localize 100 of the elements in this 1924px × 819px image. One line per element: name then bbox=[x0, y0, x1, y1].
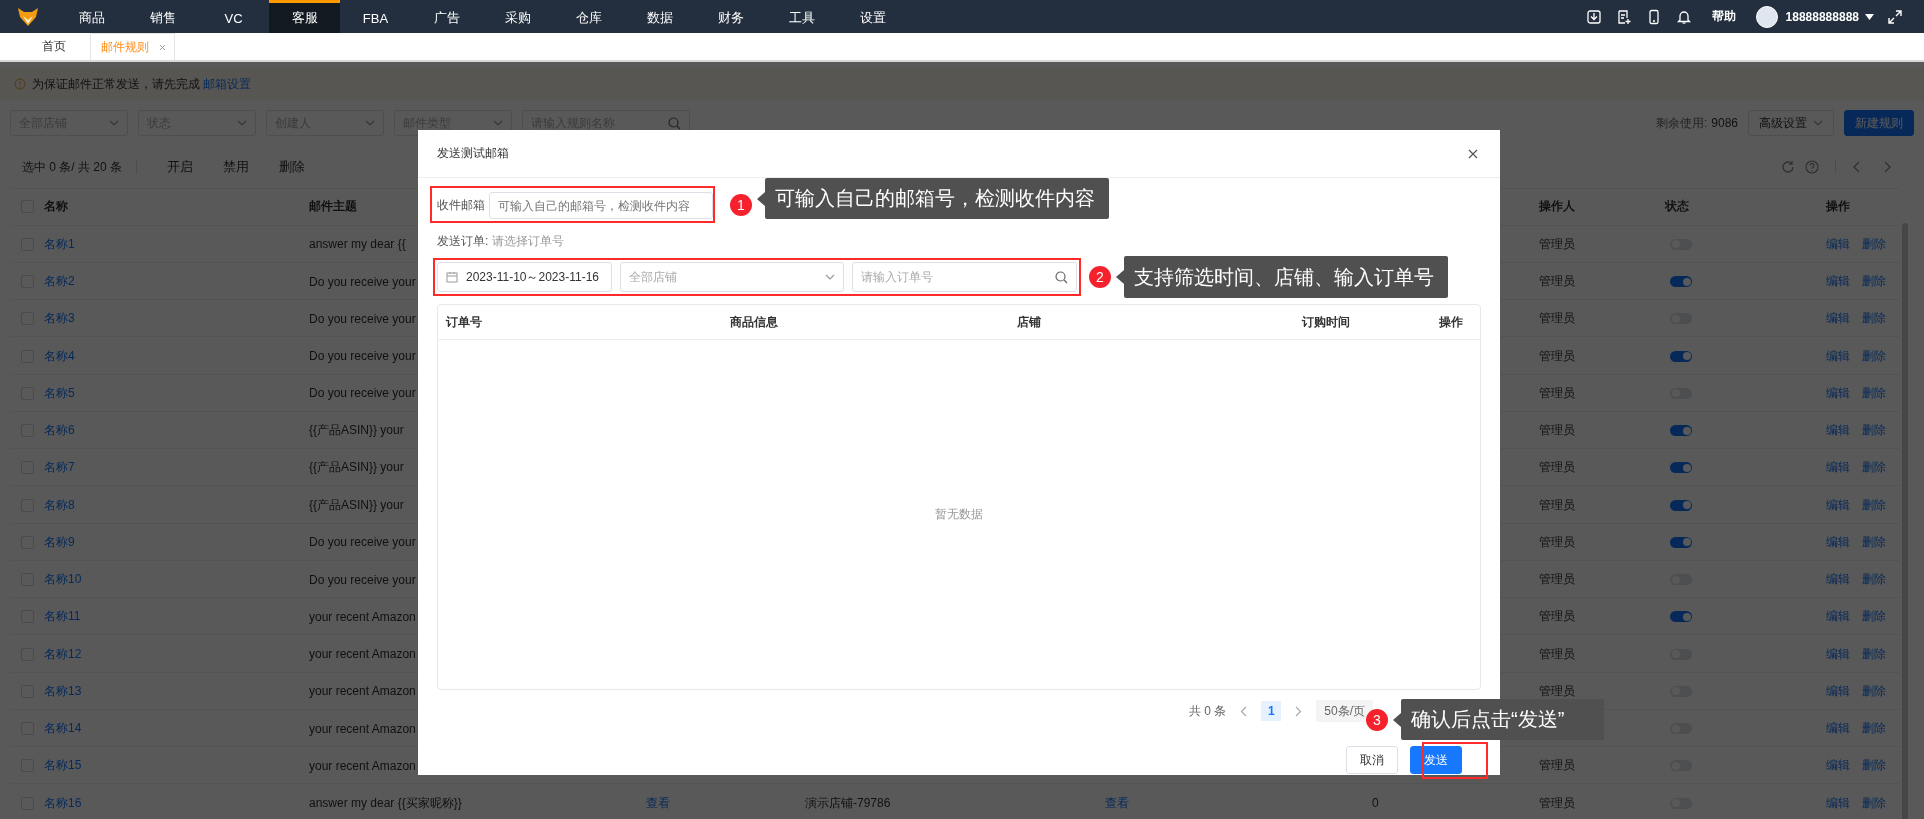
toolbar-action[interactable]: 开启 bbox=[167, 158, 194, 176]
nav-item[interactable]: 客服 bbox=[269, 0, 340, 33]
action-link[interactable]: 编辑 bbox=[1826, 310, 1850, 328]
refresh-icon[interactable] bbox=[1781, 160, 1795, 174]
help-link[interactable]: 帮助 bbox=[1711, 8, 1736, 25]
nav-item[interactable]: FBA bbox=[340, 0, 411, 33]
user-name[interactable]: 18888888888 bbox=[1785, 9, 1859, 24]
store-select[interactable]: 全部店铺 bbox=[620, 262, 844, 292]
action-link[interactable]: 删除 bbox=[1862, 720, 1886, 738]
nav-item[interactable]: 商品 bbox=[56, 0, 127, 33]
view-link[interactable]: 查看 bbox=[646, 794, 670, 812]
rule-name-link[interactable]: 名称10 bbox=[44, 571, 82, 589]
new-rule-button[interactable]: 新建规则 bbox=[1844, 110, 1914, 136]
status-toggle[interactable] bbox=[1670, 462, 1692, 474]
nav-item[interactable]: 销售 bbox=[127, 0, 198, 33]
action-link[interactable]: 编辑 bbox=[1826, 571, 1850, 589]
action-link[interactable]: 编辑 bbox=[1826, 496, 1850, 514]
nav-item[interactable]: 设置 bbox=[837, 0, 908, 33]
action-link[interactable]: 删除 bbox=[1862, 235, 1886, 253]
rule-name-link[interactable]: 名称11 bbox=[44, 608, 81, 626]
rule-name-link[interactable]: 名称4 bbox=[44, 347, 75, 365]
status-toggle[interactable] bbox=[1670, 276, 1692, 287]
status-toggle[interactable] bbox=[1670, 425, 1692, 437]
action-link[interactable]: 编辑 bbox=[1826, 422, 1850, 440]
action-link[interactable]: 删除 bbox=[1862, 571, 1886, 589]
status-toggle[interactable] bbox=[1670, 611, 1692, 623]
settings-link[interactable]: 邮箱设置 bbox=[203, 76, 252, 91]
rule-name-link[interactable]: 名称7 bbox=[44, 459, 75, 477]
action-link[interactable]: 删除 bbox=[1862, 384, 1886, 402]
action-link[interactable]: 编辑 bbox=[1826, 459, 1850, 477]
nav-item[interactable]: 采购 bbox=[482, 0, 553, 33]
page-tab[interactable]: 邮件规则 bbox=[90, 33, 175, 60]
action-link[interactable]: 编辑 bbox=[1826, 757, 1850, 775]
action-link[interactable]: 编辑 bbox=[1826, 720, 1850, 738]
toolbar-action[interactable]: 禁用 bbox=[223, 158, 250, 176]
action-link[interactable]: 删除 bbox=[1862, 496, 1886, 514]
nav-item[interactable]: 数据 bbox=[624, 0, 695, 33]
nav-item[interactable]: 工具 bbox=[766, 0, 837, 33]
action-link[interactable]: 编辑 bbox=[1826, 273, 1850, 290]
chevron-left-icon[interactable] bbox=[1240, 705, 1248, 717]
rule-name-link[interactable]: 名称15 bbox=[44, 757, 82, 775]
order-search-field[interactable]: 请输入订单号 bbox=[852, 262, 1077, 292]
chevron-right-icon[interactable] bbox=[1295, 705, 1303, 717]
rule-name-link[interactable]: 名称5 bbox=[44, 384, 75, 402]
document-plus-icon[interactable] bbox=[1615, 8, 1632, 25]
caret-icon[interactable] bbox=[1865, 13, 1874, 20]
fox-head-icon[interactable] bbox=[17, 6, 39, 27]
action-link[interactable]: 删除 bbox=[1862, 682, 1886, 700]
action-link[interactable]: 删除 bbox=[1862, 794, 1886, 812]
status-toggle[interactable] bbox=[1670, 536, 1692, 548]
rule-name-link[interactable]: 名称1 bbox=[44, 235, 75, 253]
download-icon[interactable] bbox=[1585, 8, 1602, 25]
avatar[interactable] bbox=[1755, 5, 1778, 28]
status-toggle[interactable] bbox=[1670, 350, 1692, 362]
action-link[interactable]: 编辑 bbox=[1826, 608, 1850, 626]
view-link[interactable]: 查看 bbox=[1105, 794, 1129, 812]
rule-name-link[interactable]: 名称6 bbox=[44, 422, 75, 440]
bell-icon[interactable] bbox=[1675, 8, 1692, 25]
nav-item[interactable]: 仓库 bbox=[553, 0, 624, 33]
rule-name-link[interactable]: 名称2 bbox=[44, 273, 75, 290]
rule-name-link[interactable]: 名称8 bbox=[44, 496, 75, 514]
page-size-select[interactable]: 50条/页 bbox=[1316, 700, 1374, 722]
action-link[interactable]: 删除 bbox=[1862, 533, 1886, 551]
action-link[interactable]: 编辑 bbox=[1826, 347, 1850, 365]
email-field[interactable]: 可输入自己的邮箱号，检测收件内容 bbox=[489, 192, 713, 219]
action-link[interactable]: 删除 bbox=[1862, 422, 1886, 440]
nav-item[interactable]: 广告 bbox=[411, 0, 482, 33]
date-range-field[interactable]: 2023-11-10～2023-11-16 bbox=[437, 262, 612, 292]
action-link[interactable]: 编辑 bbox=[1826, 645, 1850, 663]
page-button[interactable]: 1 bbox=[1261, 701, 1282, 721]
toolbar-action[interactable]: 删除 bbox=[279, 158, 306, 176]
nav-item[interactable]: 财务 bbox=[695, 0, 766, 33]
action-link[interactable]: 删除 bbox=[1862, 757, 1886, 775]
action-link[interactable]: 删除 bbox=[1862, 645, 1886, 663]
action-link[interactable]: 编辑 bbox=[1826, 235, 1850, 253]
rule-name-link[interactable]: 名称16 bbox=[44, 794, 82, 812]
page-tab[interactable]: 首页 bbox=[18, 33, 90, 60]
rule-name-link[interactable]: 名称14 bbox=[44, 720, 82, 738]
action-link[interactable]: 编辑 bbox=[1826, 533, 1850, 551]
action-link[interactable]: 编辑 bbox=[1826, 682, 1850, 700]
rule-name-link[interactable]: 名称9 bbox=[44, 533, 75, 551]
action-link[interactable]: 删除 bbox=[1862, 347, 1886, 365]
status-toggle[interactable] bbox=[1670, 499, 1692, 511]
action-link[interactable]: 删除 bbox=[1862, 273, 1886, 290]
chevron-right-icon[interactable] bbox=[1884, 161, 1892, 173]
rule-name-link[interactable]: 名称3 bbox=[44, 310, 75, 328]
action-link[interactable]: 删除 bbox=[1862, 608, 1886, 626]
cancel-button[interactable]: 取消 bbox=[1346, 746, 1398, 774]
action-link[interactable]: 编辑 bbox=[1826, 384, 1850, 402]
rule-name-link[interactable]: 名称13 bbox=[44, 682, 82, 700]
send-button[interactable]: 发送 bbox=[1410, 746, 1462, 774]
rule-name-link[interactable]: 名称12 bbox=[44, 645, 82, 663]
close-icon[interactable] bbox=[1468, 148, 1478, 159]
dropdown-button[interactable]: 高级设置 bbox=[1748, 110, 1834, 136]
action-link[interactable]: 删除 bbox=[1862, 310, 1886, 328]
nav-item[interactable]: VC bbox=[198, 0, 269, 33]
chevron-left-icon[interactable] bbox=[1852, 161, 1860, 173]
expand-icon[interactable] bbox=[1888, 9, 1902, 24]
action-link[interactable]: 编辑 bbox=[1826, 794, 1850, 812]
action-link[interactable]: 删除 bbox=[1862, 459, 1886, 477]
